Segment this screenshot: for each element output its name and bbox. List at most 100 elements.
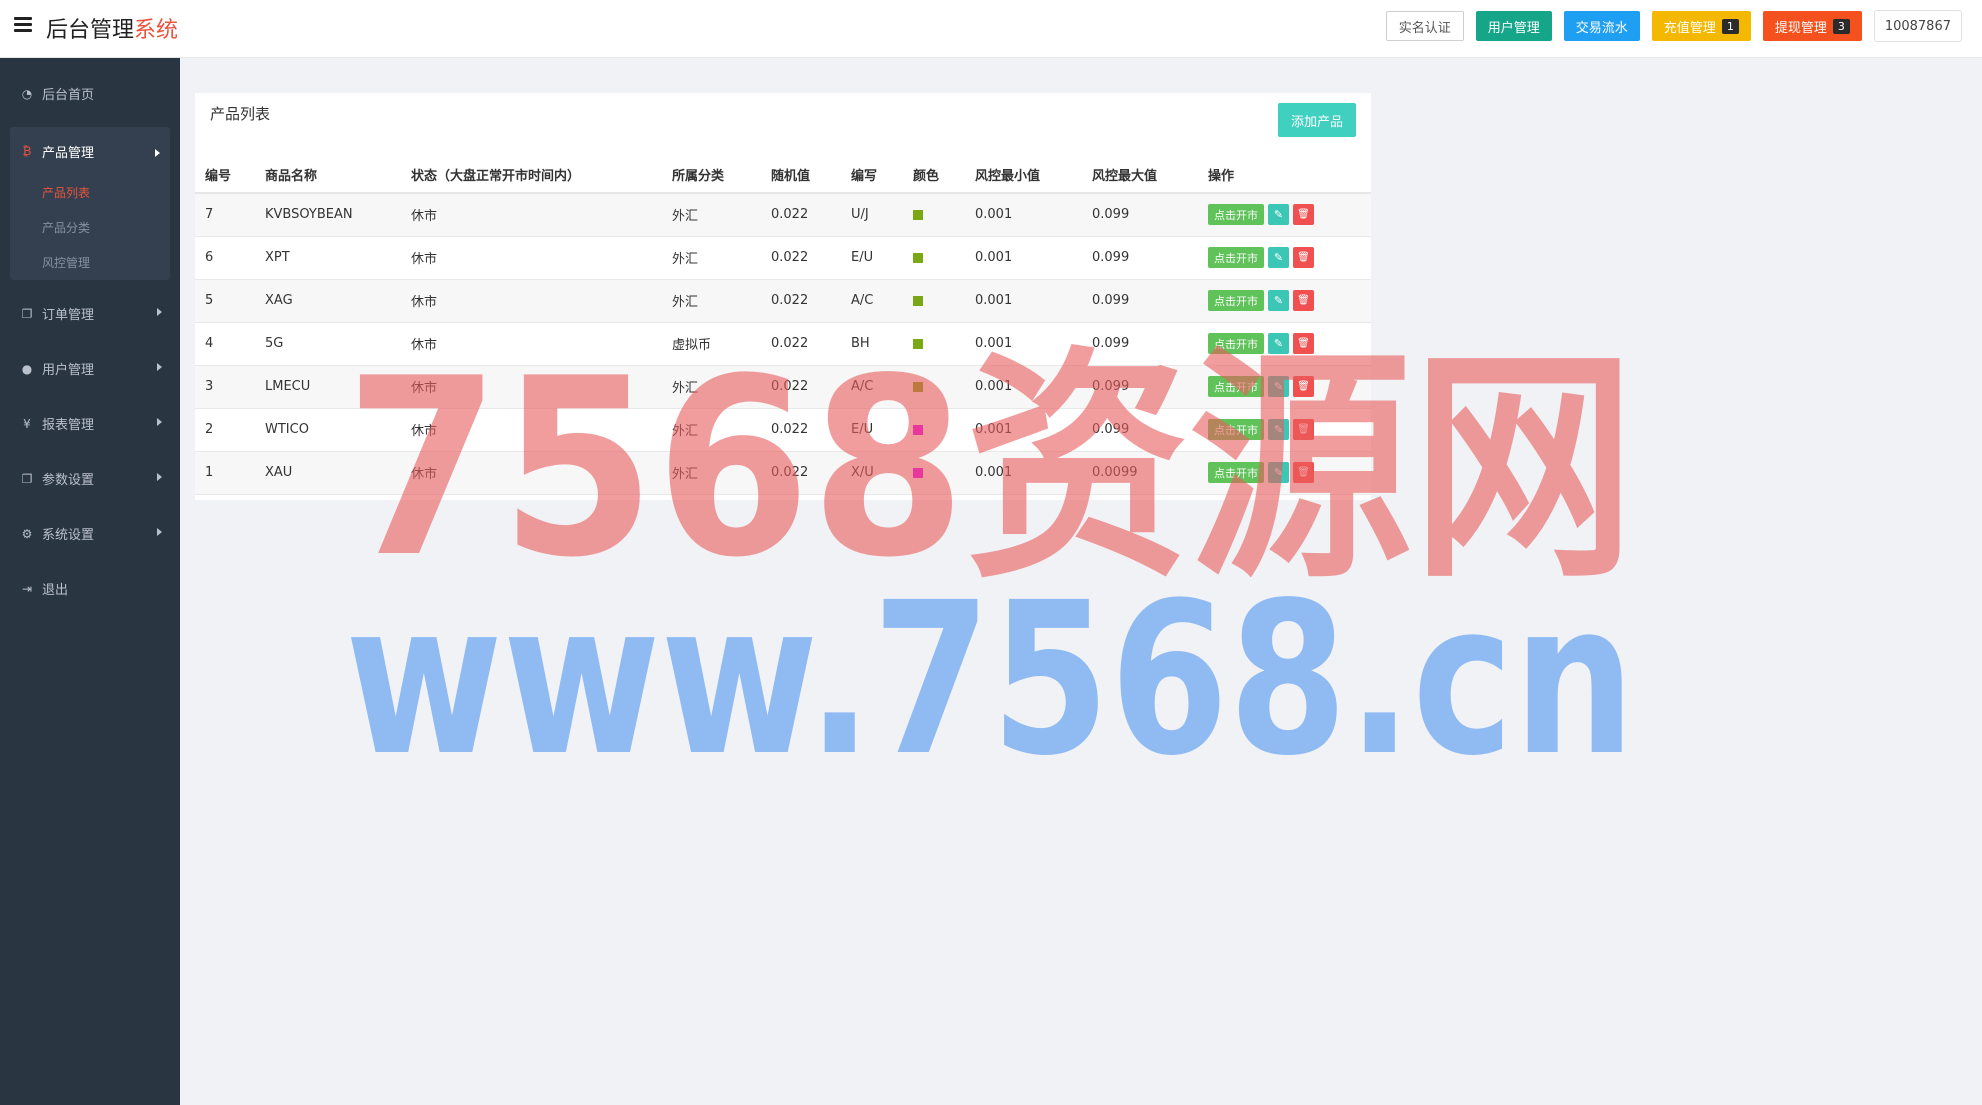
- cell-actions: 点击开市 ✎ 🗑: [1198, 365, 1371, 409]
- bitcoin-icon: ₿: [22, 144, 32, 158]
- trash-icon[interactable]: 🗑: [1293, 376, 1314, 397]
- open-market-button[interactable]: 点击开市: [1208, 419, 1264, 440]
- cell-id: 6: [195, 236, 255, 280]
- sidebar-subitem-risk-control[interactable]: 风控管理: [10, 245, 170, 280]
- sidebar-item-label: 后台首页: [42, 88, 95, 103]
- sidebar-subitem-label: 风控管理: [42, 256, 91, 270]
- cell-status: 休市: [401, 322, 662, 366]
- cell-color: [903, 451, 965, 495]
- cell-min: 0.001: [965, 322, 1082, 366]
- trash-icon[interactable]: 🗑: [1293, 419, 1314, 440]
- cell-status: 休市: [401, 279, 662, 323]
- column-header: 编号: [195, 157, 255, 194]
- cell-random: 0.022: [761, 193, 841, 237]
- trash-icon[interactable]: 🗑: [1293, 204, 1314, 226]
- cell-random: 0.022: [761, 279, 841, 323]
- trash-icon[interactable]: 🗑: [1293, 333, 1314, 354]
- column-header: 状态（大盘正常开市时间内）: [401, 157, 662, 194]
- color-swatch: [913, 467, 923, 478]
- cell-status: 休市: [401, 193, 662, 237]
- cell-random: 0.022: [761, 365, 841, 409]
- column-header: 风控最小值: [965, 157, 1082, 194]
- sidebar-item-logout[interactable]: ⇥ 退出: [0, 561, 180, 616]
- open-market-button[interactable]: 点击开市: [1208, 333, 1264, 354]
- cell-status: 休市: [401, 451, 662, 495]
- sidebar-item-system[interactable]: ⚙ 系统设置: [0, 506, 180, 561]
- cell-category: 外汇: [662, 408, 761, 452]
- edit-icon[interactable]: ✎: [1268, 333, 1289, 354]
- chevron-right-icon: [157, 528, 162, 536]
- color-swatch: [913, 381, 923, 392]
- cell-color: [903, 365, 965, 409]
- sidebar-subitem-product-category[interactable]: 产品分类: [10, 210, 170, 245]
- sign-out-icon: ⇥: [21, 581, 33, 596]
- cell-name: 5G: [255, 322, 401, 366]
- sidebar-item-params[interactable]: ❐ 参数设置: [0, 451, 180, 506]
- column-header: 风控最大值: [1082, 157, 1198, 194]
- cell-category: 外汇: [662, 279, 761, 323]
- realname-auth-label: 实名认证: [1398, 20, 1451, 36]
- cell-min: 0.001: [965, 193, 1082, 237]
- table-row: 3 LMECU 休市 外汇 0.022 A/C 0.001 0.099 点击开市 ✎ 🗑: [195, 365, 1371, 409]
- cell-min: 0.001: [965, 451, 1082, 495]
- edit-icon[interactable]: ✎: [1268, 247, 1289, 268]
- open-market-button[interactable]: 点击开市: [1208, 247, 1264, 268]
- sidebar-item-reports[interactable]: ¥ 报表管理: [0, 396, 180, 451]
- sidebar-subitem-product-list[interactable]: 产品列表: [10, 175, 170, 210]
- cell-max: 0.099: [1082, 365, 1198, 409]
- menu-toggle-icon[interactable]: [14, 17, 32, 33]
- cell-min: 0.001: [965, 365, 1082, 409]
- cell-random: 0.022: [761, 451, 841, 495]
- realname-auth-button[interactable]: 实名认证: [1385, 11, 1464, 41]
- chevron-right-icon: [155, 149, 160, 157]
- cell-actions: 点击开市 ✎ 🗑: [1198, 193, 1371, 237]
- app-title: 后台管理系统: [46, 12, 178, 44]
- cell-code: A/C: [841, 279, 903, 323]
- color-swatch: [913, 252, 923, 263]
- cell-color: [903, 279, 965, 323]
- cell-code: E/U: [841, 236, 903, 280]
- yen-icon: ¥: [23, 416, 31, 431]
- cell-min: 0.001: [965, 408, 1082, 452]
- cell-status: 休市: [401, 365, 662, 409]
- user-manage-button[interactable]: 用户管理: [1475, 11, 1552, 41]
- cell-color: [903, 236, 965, 280]
- cell-code: A/C: [841, 365, 903, 409]
- sidebar-item-orders[interactable]: ❐ 订单管理: [0, 286, 180, 341]
- cell-min: 0.001: [965, 279, 1082, 323]
- edit-icon[interactable]: ✎: [1268, 204, 1289, 226]
- panel-title: 产品列表: [210, 105, 271, 123]
- cell-code: X/U: [841, 451, 903, 495]
- open-market-button[interactable]: 点击开市: [1208, 462, 1264, 483]
- recharge-manage-button[interactable]: 充值管理 1: [1651, 11, 1751, 41]
- cell-color: [903, 193, 965, 237]
- transactions-button[interactable]: 交易流水: [1563, 11, 1640, 41]
- color-swatch: [913, 209, 923, 220]
- add-product-button[interactable]: 添加产品: [1277, 103, 1356, 137]
- edit-icon[interactable]: ✎: [1268, 419, 1289, 440]
- trash-icon[interactable]: 🗑: [1293, 247, 1314, 268]
- product-table: 编号 商品名称 状态（大盘正常开市时间内） 所属分类 随机值 编写 颜色 风控最…: [195, 157, 1371, 495]
- open-market-button[interactable]: 点击开市: [1208, 376, 1264, 397]
- sidebar-item-products[interactable]: ₿ 产品管理: [10, 127, 170, 175]
- trash-icon[interactable]: 🗑: [1293, 290, 1314, 311]
- user-account-dropdown[interactable]: 10087867: [1873, 10, 1962, 42]
- withdraw-manage-button[interactable]: 提现管理 3: [1762, 11, 1862, 41]
- top-actions: 实名认证 用户管理 交易流水 充值管理 1 提现管理 3 10087867: [1385, 10, 1962, 42]
- user-manage-label: 用户管理: [1487, 20, 1540, 36]
- product-list-panel: 产品列表 添加产品 编号 商品名称 状态（大盘正常开市时间内） 所属分类 随机值…: [195, 93, 1371, 500]
- cell-id: 3: [195, 365, 255, 409]
- open-market-button[interactable]: 点击开市: [1208, 290, 1264, 311]
- recharge-manage-label: 充值管理: [1663, 20, 1716, 36]
- table-row: 6 XPT 休市 外汇 0.022 E/U 0.001 0.099 点击开市 ✎ 🗑: [195, 236, 1371, 280]
- edit-icon[interactable]: ✎: [1268, 290, 1289, 311]
- edit-icon[interactable]: ✎: [1268, 462, 1289, 483]
- open-market-button[interactable]: 点击开市: [1208, 204, 1264, 226]
- trash-icon[interactable]: 🗑: [1293, 462, 1314, 483]
- cell-name: LMECU: [255, 365, 401, 409]
- sidebar-item-users[interactable]: ● 用户管理: [0, 341, 180, 396]
- cell-min: 0.001: [965, 236, 1082, 280]
- edit-icon[interactable]: ✎: [1268, 376, 1289, 397]
- sidebar-item-label: 退出: [42, 583, 69, 598]
- sidebar-item-home[interactable]: ◔ 后台首页: [0, 66, 180, 121]
